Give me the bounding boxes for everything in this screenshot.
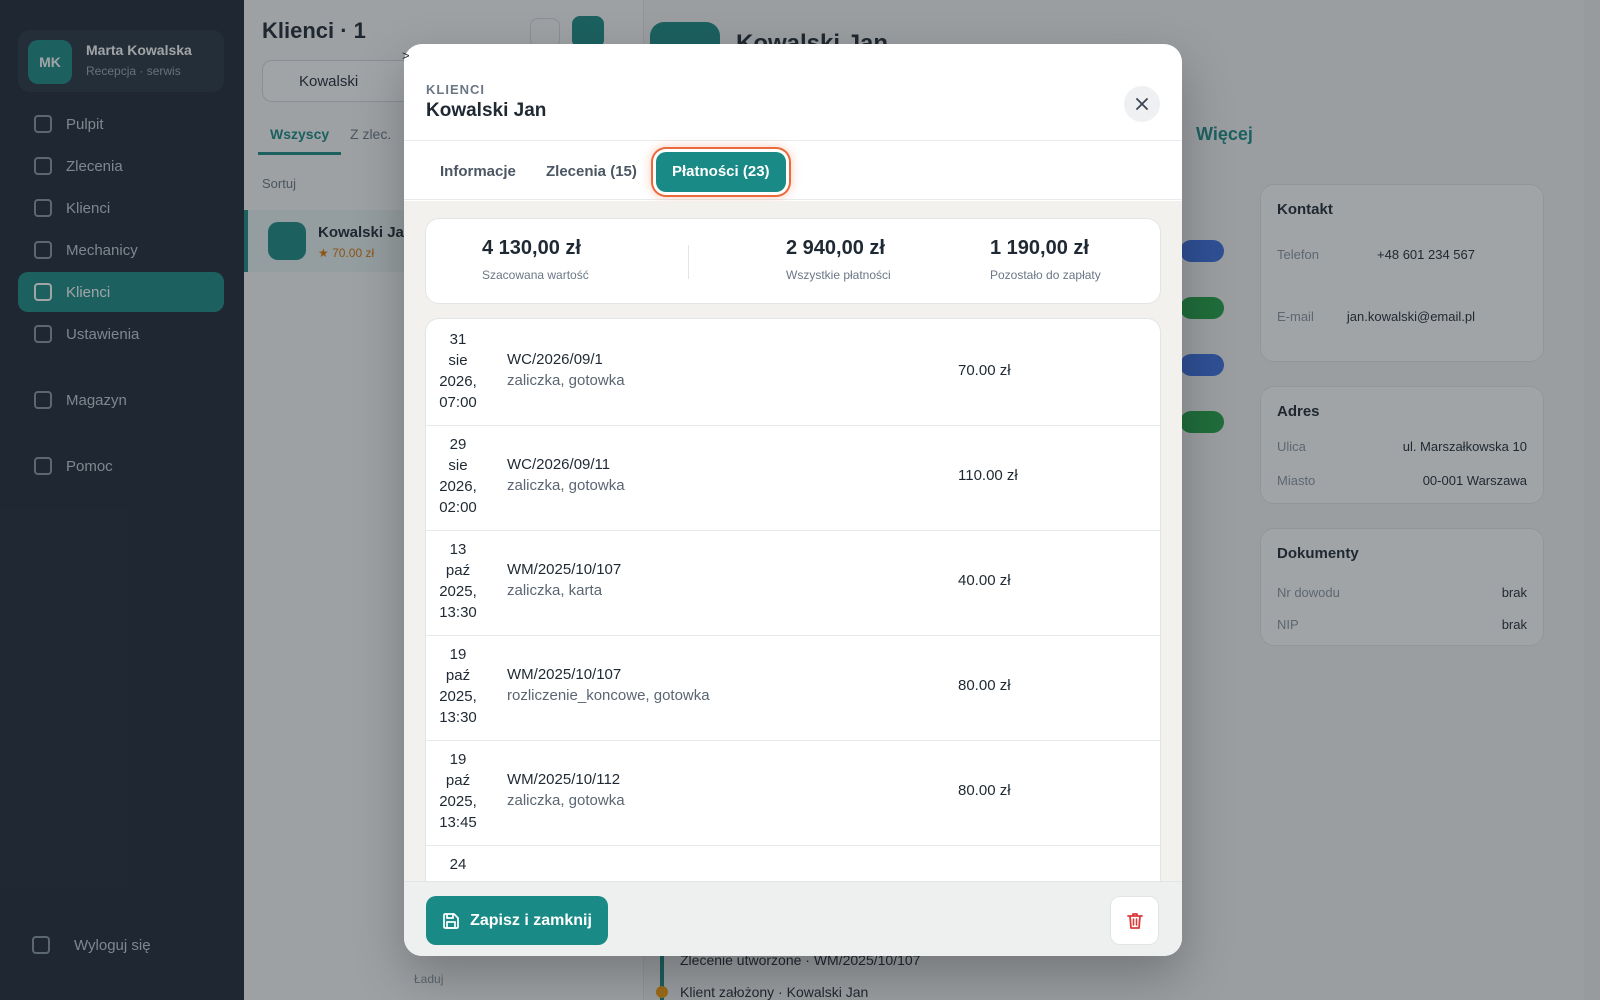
summary-value: 2 940,00 zł — [786, 237, 885, 259]
payment-date: 19 paź 2025, 13:45 — [439, 751, 477, 831]
payment-date: 29 sie 2026, 02:00 — [439, 436, 477, 516]
save-and-close-button[interactable]: Zapisz i zamknij — [426, 896, 608, 945]
modal-tabs: Informacje Zlecenia (15) Płatności (23) — [404, 142, 1182, 200]
payment-type: zaliczka, gotowka — [507, 372, 625, 389]
payment-date: 31 sie 2026, 07:00 — [439, 331, 477, 411]
payment-amount: 80.00 zł — [958, 677, 1011, 694]
summary-label: Wszystkie płatności — [786, 268, 891, 282]
payment-order-number: WC/2026/09/11 — [507, 456, 611, 473]
mouse-cursor-icon: > — [402, 48, 410, 63]
payment-amount: 110.00 zł — [958, 467, 1018, 484]
client-modal: KLIENCI Kowalski Jan Informacje Zlecenia… — [404, 44, 1182, 956]
payment-order-number: WM/2025/10/107 — [507, 666, 622, 683]
summary-value: 1 190,00 zł — [990, 237, 1089, 259]
payment-amount: 80.00 zł — [958, 782, 1011, 799]
summary-estimated: 4 130,00 zł Szacowana wartość — [482, 237, 589, 282]
floppy-disk-icon — [442, 912, 460, 930]
close-icon — [1136, 98, 1148, 110]
payment-type: zaliczka, gotowka — [507, 792, 625, 809]
payment-type: zaliczka, karta — [507, 582, 603, 599]
payment-date: 13 paź 2025, 13:30 — [439, 541, 477, 621]
summary-label: Szacowana wartość — [482, 268, 589, 282]
divider — [688, 245, 689, 279]
tab-informacje[interactable]: Informacje — [424, 152, 532, 192]
table-row[interactable]: 29 sie 2026, 02:00 WC/2026/09/11 zaliczka, … — [426, 424, 1160, 531]
save-button-label: Zapisz i zamknij — [470, 911, 592, 929]
payment-type: rozliczenie_koncowe, gotowka — [507, 687, 710, 704]
payment-amount: 70.00 zł — [958, 362, 1011, 379]
modal-footer: Zapisz i zamknij — [404, 881, 1182, 956]
table-row[interactable]: 13 paź 2025, 13:30 WM/2025/10/107 zaliczka,… — [426, 529, 1160, 636]
summary-all-payments: 2 940,00 zł Wszystkie płatności — [786, 237, 891, 282]
payment-summary: 4 130,00 zł Szacowana wartość 2 940,00 z… — [425, 218, 1161, 304]
table-row[interactable]: 24 — [426, 844, 1160, 881]
payment-order-number: WM/2025/10/112 — [507, 771, 621, 788]
delete-button[interactable] — [1110, 896, 1159, 945]
close-button[interactable] — [1124, 86, 1160, 122]
modal-kicker: KLIENCI — [426, 82, 485, 97]
payments-list: 31 sie 2026, 07:00 WC/2026/09/1 zaliczka, g… — [425, 318, 1161, 881]
payment-type: zaliczka, gotowka — [507, 477, 625, 494]
summary-remaining: 1 190,00 zł Pozostało do zapłaty — [990, 237, 1101, 282]
modal-body[interactable]: 4 130,00 zł Szacowana wartość 2 940,00 z… — [404, 201, 1182, 881]
table-row[interactable]: 19 paź 2025, 13:30 WM/2025/10/107 rozliczen… — [426, 634, 1160, 741]
payment-order-number: WC/2026/09/1 — [507, 351, 603, 368]
modal-title: Kowalski Jan — [426, 100, 547, 121]
summary-value: 4 130,00 zł — [482, 237, 581, 259]
table-row[interactable]: 19 paź 2025, 13:45 WM/2025/10/112 zaliczka,… — [426, 739, 1160, 846]
payment-amount: 40.00 zł — [958, 572, 1011, 589]
payment-date: 19 paź 2025, 13:30 — [439, 646, 477, 726]
payment-date: 24 — [449, 856, 467, 873]
table-row[interactable]: 31 sie 2026, 07:00 WC/2026/09/1 zaliczka, g… — [426, 319, 1160, 426]
payment-order-number: WM/2025/10/107 — [507, 561, 622, 578]
modal-header: KLIENCI Kowalski Jan — [404, 44, 1182, 141]
summary-label: Pozostało do zapłaty — [990, 268, 1101, 282]
tab-platnosci[interactable]: Płatności (23) — [656, 152, 786, 192]
tab-zlecenia[interactable]: Zlecenia (15) — [530, 152, 653, 192]
trash-icon — [1126, 912, 1143, 929]
